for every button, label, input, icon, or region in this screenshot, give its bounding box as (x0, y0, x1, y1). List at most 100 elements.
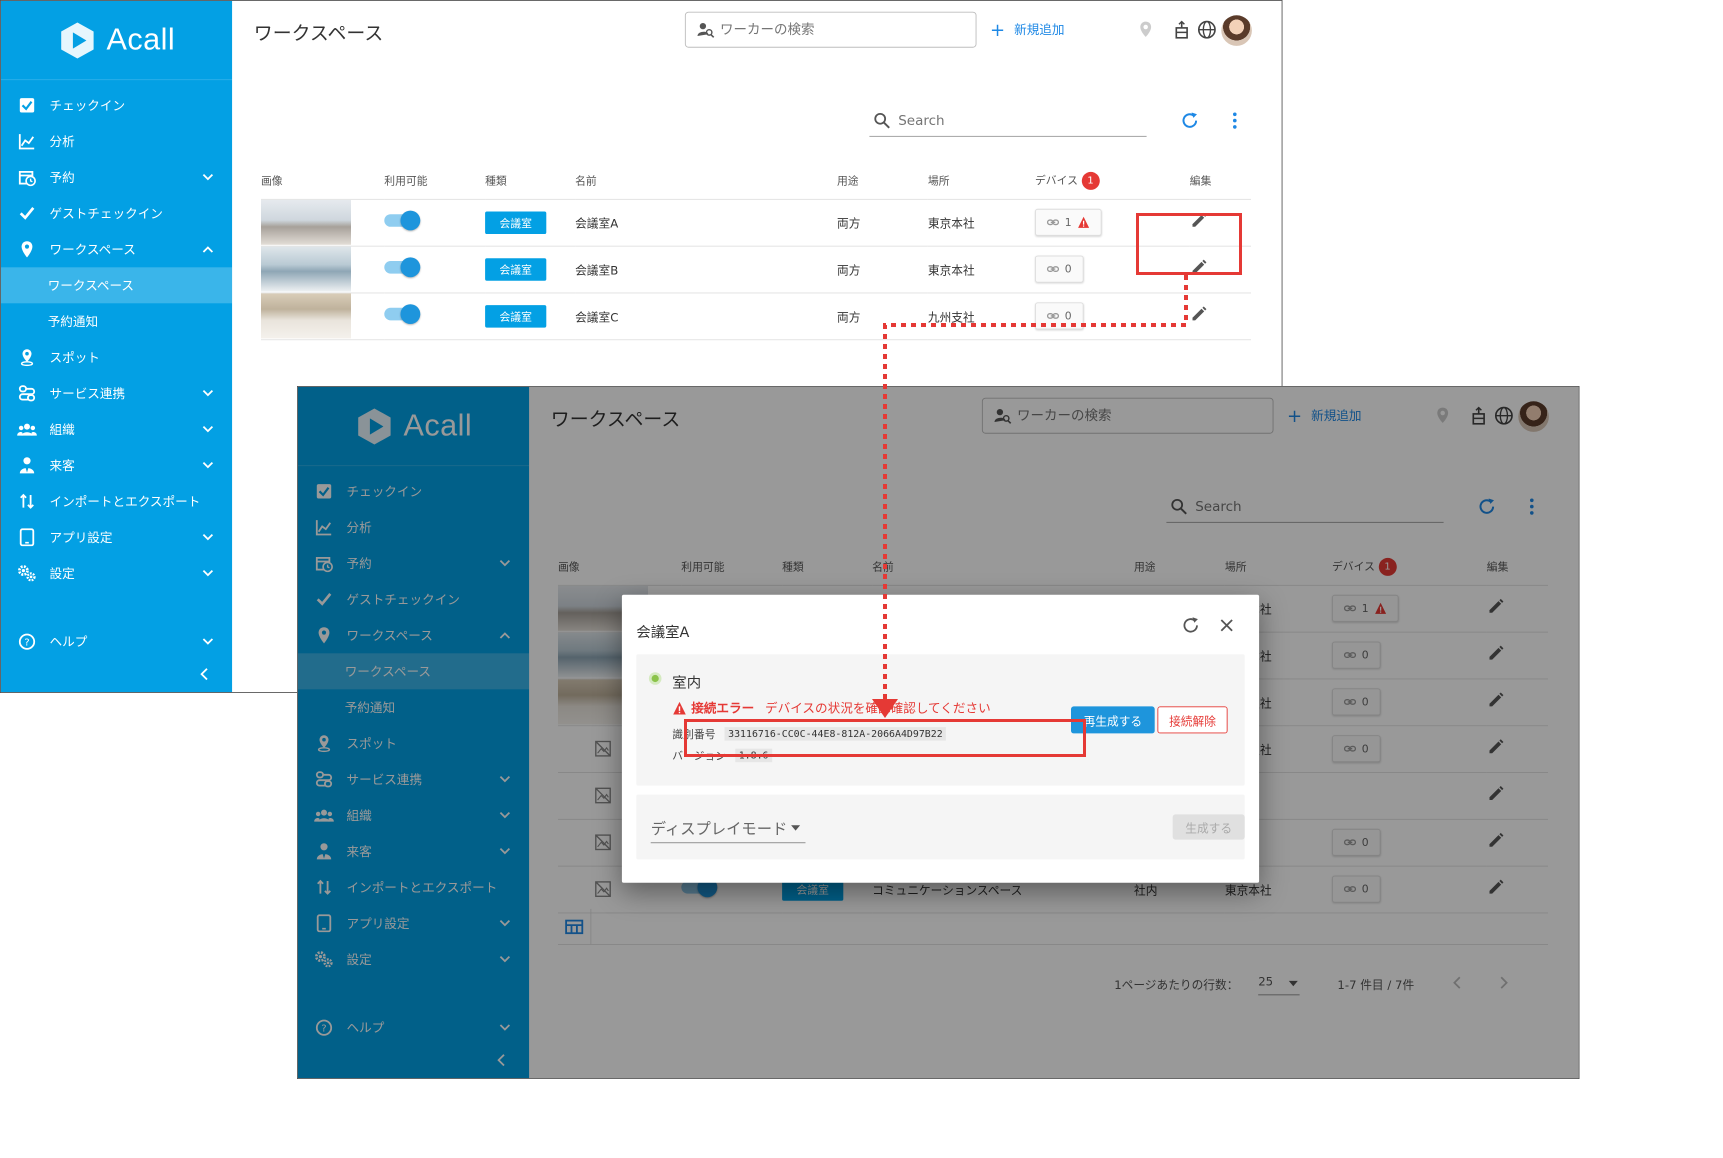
location-cell: 東京本社 (927, 198, 1035, 247)
table-row[interactable]: 会議室 会議室B 両方 東京本社 0 (261, 245, 1251, 293)
sidebar: Acall チェックイン 分析 予約 ゲストチェックイン ワークスペース ワークスペース予… (0, 0, 233, 693)
sidebar-item-label: チェックイン (49, 99, 126, 114)
type-cell: 会議室 (485, 292, 576, 340)
name-cell: 会議室B (575, 245, 837, 293)
location-off-icon[interactable] (1135, 19, 1157, 41)
brand-name: Acall (106, 22, 176, 57)
workspace-thumbnail (261, 199, 351, 245)
header-type: 種類 (485, 162, 576, 200)
usage-cell: 両方 (837, 292, 928, 340)
sidebar-item-1[interactable]: 分析 (1, 123, 232, 159)
workspace-thumbnail (261, 293, 351, 339)
device-cell: 0 (1035, 292, 1190, 340)
location-cell: 東京本社 (927, 245, 1035, 293)
sidebar-item-label: 予約通知 (47, 315, 99, 330)
calendar-clock-icon (17, 167, 37, 187)
chart-line-icon (17, 131, 37, 151)
refresh-icon[interactable] (1180, 615, 1202, 637)
sidebar-item-7[interactable]: スポット (1, 339, 232, 375)
link-icon (1046, 312, 1060, 319)
error-message: デバイスの状況を確認確認してください (765, 701, 991, 717)
kiosk-icon[interactable] (1171, 19, 1193, 41)
collapse-sidebar-icon[interactable] (198, 667, 212, 681)
device-chip[interactable]: 0 (1035, 255, 1084, 283)
sidebar-item-label: サービス連携 (49, 387, 126, 402)
header-available: 利用可能 (384, 162, 486, 200)
device-count: 0 (1064, 262, 1072, 276)
availability-toggle[interactable] (384, 304, 421, 324)
chevron-down-icon (202, 461, 214, 469)
user-avatar[interactable] (1221, 15, 1252, 46)
help-icon: ? (17, 632, 37, 652)
device-chip[interactable]: 0 (1035, 302, 1084, 330)
chevron-down-icon (202, 425, 214, 433)
sidebar-item-8[interactable]: サービス連携 (1, 375, 232, 411)
sidebar-item-4[interactable]: ワークスペース (1, 231, 232, 267)
header-edit: 編集 (1189, 162, 1251, 200)
type-badge: 会議室 (485, 211, 547, 234)
table-row[interactable]: 会議室 会議室C 両方 九州支社 0 (261, 292, 1251, 340)
chevron-up-icon (202, 246, 214, 253)
location-pin-icon (17, 347, 37, 367)
more-vert-icon[interactable] (1224, 110, 1246, 132)
close-icon[interactable] (1216, 615, 1238, 637)
online-status-dot (648, 672, 662, 685)
sidebar-item-9[interactable]: 組織 (1, 411, 232, 447)
worker-search-input[interactable] (720, 21, 963, 38)
device-name: 室内 (672, 674, 702, 692)
link-icon (1046, 266, 1060, 273)
table-row[interactable]: 会議室 会議室A 両方 東京本社 1 (261, 198, 1251, 247)
disconnect-button[interactable]: 接続解除 (1157, 706, 1228, 734)
sidebar-item-label: 設定 (49, 567, 75, 582)
header-usage: 用途 (837, 162, 928, 200)
generate-button[interactable]: 生成する (1172, 814, 1245, 840)
sidebar-item-12[interactable]: アプリ設定 (1, 519, 232, 555)
sidebar-item-label: インポートとエクスポート (49, 495, 201, 510)
device-chip[interactable]: 1 (1035, 208, 1102, 236)
sidebar-item-label: ヘルプ (49, 635, 88, 650)
svg-text:?: ? (24, 638, 29, 649)
sidebar-item-11[interactable]: インポートとエクスポート (1, 483, 232, 519)
sidebar-item-label: 予約 (49, 171, 75, 186)
plus-icon: + (990, 18, 1006, 41)
edit-pencil-icon[interactable] (1190, 305, 1208, 323)
import-export-icon (17, 491, 37, 511)
chevron-down-icon (202, 569, 214, 577)
sidebar-item-label: ゲストチェックイン (49, 207, 163, 222)
image-cell (261, 292, 385, 340)
workspace-name: 会議室B (575, 264, 619, 278)
sidebar-item-13[interactable]: 設定 (1, 555, 232, 591)
location-cell: 九州支社 (927, 292, 1035, 340)
sidebar-item-0[interactable]: チェックイン (1, 87, 232, 123)
header-device: デバイス 1 (1035, 162, 1190, 200)
add-new-button[interactable]: + 新規追加 (990, 21, 1064, 39)
availability-toggle[interactable] (384, 257, 421, 278)
table-search-input[interactable] (898, 112, 1133, 129)
group-icon (17, 419, 37, 439)
sidebar-item-3[interactable]: ゲストチェックイン (1, 195, 232, 231)
sidebar-item-2[interactable]: 予約 (1, 159, 232, 195)
sidebar-item-5[interactable]: ワークスペース (0, 267, 233, 304)
display-mode-panel: ディスプレイモード 生成する (636, 794, 1245, 860)
availability-toggle[interactable] (384, 210, 421, 231)
worker-search-box[interactable] (684, 11, 977, 48)
refresh-icon[interactable] (1179, 110, 1201, 132)
page-title: ワークスペース (253, 22, 384, 45)
link-icon (1046, 219, 1060, 226)
globe-icon[interactable] (1196, 19, 1218, 41)
search-icon (874, 112, 890, 129)
workspace-location: 東京本社 (927, 264, 975, 278)
table-search-box[interactable] (869, 104, 1147, 137)
device-alert-badge: 1 (1081, 171, 1100, 190)
chevron-down-icon (202, 389, 214, 397)
display-mode-select[interactable]: ディスプレイモード (650, 813, 806, 844)
workspace-table: 画像 利用可能 種類 名前 用途 場所 デバイス 1 編集 会議室 会議室A 両方 東京… (261, 162, 1251, 340)
sidebar-item-10[interactable]: 来客 (1, 447, 232, 483)
sidebar-item-help[interactable]: ? ヘルプ (1, 624, 232, 660)
sidebar-item-6[interactable]: 予約通知 (1, 303, 232, 339)
sidebar-item-label: ワークスペース (47, 279, 135, 294)
table-toolbar (232, 95, 1281, 140)
workspace-usage: 両方 (837, 310, 861, 325)
connection-error: 接続エラー デバイスの状況を確認確認してください (672, 699, 991, 717)
add-new-label: 新規追加 (1014, 23, 1065, 38)
